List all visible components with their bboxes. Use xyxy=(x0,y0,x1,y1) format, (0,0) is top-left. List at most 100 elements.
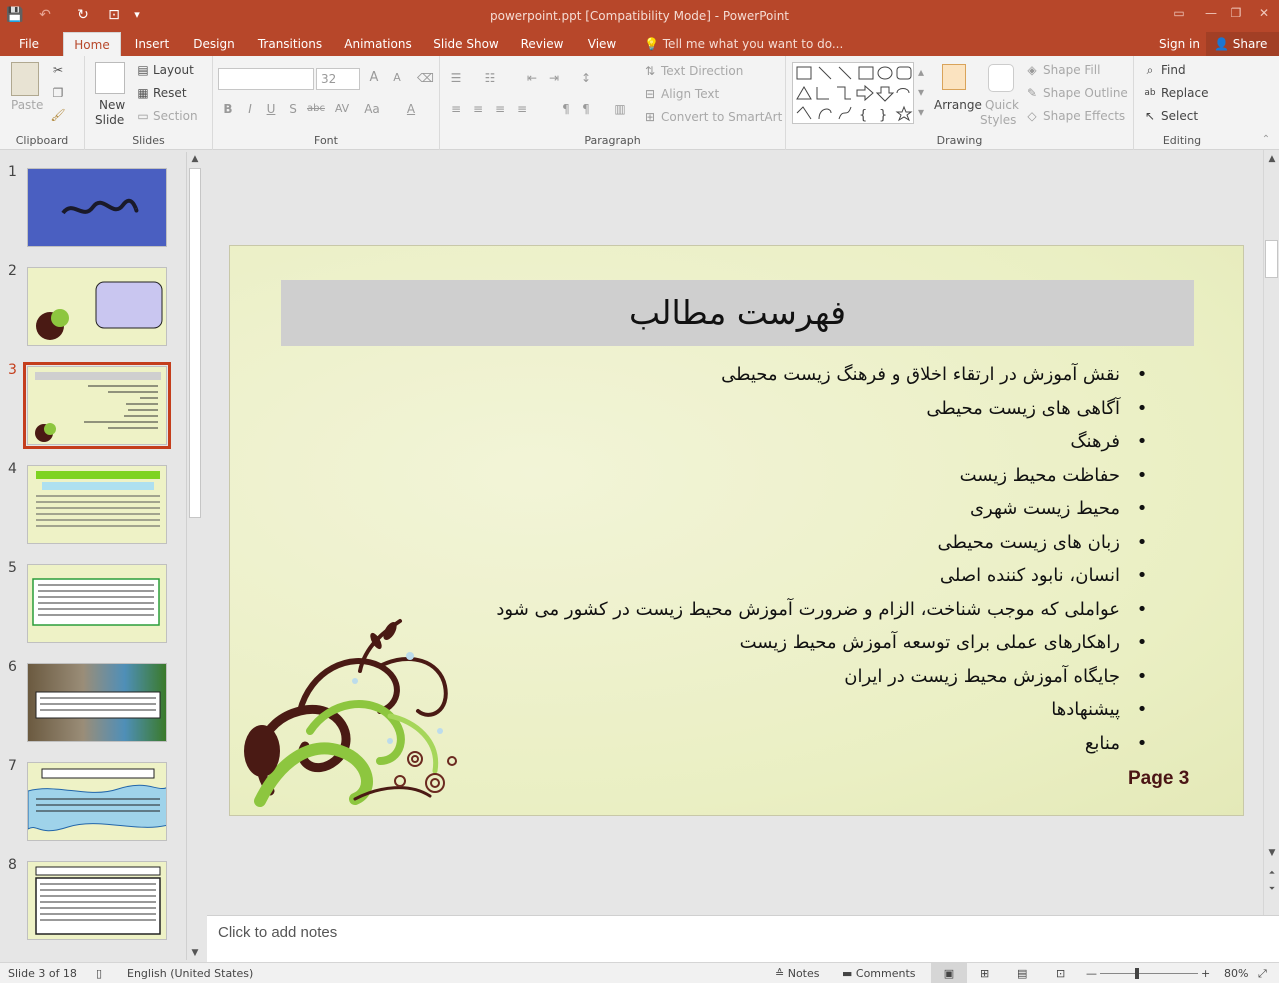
increase-indent-icon[interactable]: ⇥ xyxy=(546,70,562,86)
zoom-out-icon[interactable]: — xyxy=(1086,963,1097,983)
slide-thumbnail-2[interactable] xyxy=(27,267,167,346)
character-spacing-icon[interactable]: AV xyxy=(331,101,353,117)
new-slide-icon[interactable] xyxy=(95,62,125,94)
format-painter-icon[interactable]: 🖌 xyxy=(50,107,66,123)
tell-me-box[interactable]: 💡 Tell me what you want to do... xyxy=(644,32,843,56)
rtl-icon[interactable]: ¶ xyxy=(558,101,574,117)
zoom-slider-track[interactable] xyxy=(1100,973,1198,974)
shadow-icon[interactable]: S xyxy=(285,101,301,117)
restore-icon[interactable]: ❐ xyxy=(1221,2,1251,24)
align-text-button[interactable]: Align Text xyxy=(661,87,719,101)
new-slide-button-line1[interactable]: New xyxy=(99,98,125,112)
current-slide[interactable]: فهرست مطالب • نقش آموزش در ارتقاء اخلاق و… xyxy=(229,245,1244,816)
comments-toggle-button[interactable]: ▬ Comments xyxy=(842,963,916,983)
tab-transitions[interactable]: Transitions xyxy=(253,32,327,56)
tab-file[interactable]: File xyxy=(8,32,50,56)
decrease-indent-icon[interactable]: ⇤ xyxy=(524,70,540,86)
shrink-font-icon[interactable]: A xyxy=(389,70,405,86)
spell-check-icon[interactable]: ▯ xyxy=(96,963,102,983)
quick-styles-button-line2[interactable]: Styles xyxy=(980,113,1016,127)
cut-icon[interactable]: ✂ xyxy=(50,62,66,78)
copy-icon[interactable]: ❐ xyxy=(50,85,66,101)
justify-icon[interactable]: ≡ xyxy=(514,101,530,117)
reading-view-icon[interactable]: ▤ xyxy=(1017,963,1027,983)
convert-to-smartart-button[interactable]: Convert to SmartArt xyxy=(661,110,782,124)
italic-icon[interactable]: I xyxy=(242,101,258,117)
notes-placeholder[interactable]: Click to add notes xyxy=(218,924,337,941)
tab-animations[interactable]: Animations xyxy=(340,32,416,56)
slide-show-icon[interactable]: ⊡ xyxy=(1056,963,1065,983)
paste-icon[interactable] xyxy=(11,62,39,96)
slide-thumbnail-3[interactable] xyxy=(23,362,171,449)
font-name-box[interactable] xyxy=(218,68,314,90)
line-spacing-icon[interactable]: ↕ xyxy=(578,70,594,86)
slide-thumbnail-8[interactable] xyxy=(27,861,167,940)
quick-styles-button-line1[interactable]: Quick xyxy=(985,98,1019,112)
normal-view-icon[interactable]: ▣ xyxy=(931,963,967,983)
slide-thumbnail-pane[interactable]: 1 2 3 4 5 6 7 8 xyxy=(0,150,203,962)
slide-thumbnail-4[interactable] xyxy=(27,465,167,544)
slide-thumbnail-7[interactable] xyxy=(27,762,167,841)
change-case-icon[interactable]: Aa xyxy=(361,101,383,117)
ltr-icon[interactable]: ¶ xyxy=(578,101,594,117)
ribbon-display-options-icon[interactable]: ▭ xyxy=(1164,2,1194,24)
thumbnail-scrollbar[interactable]: ▲ ▼ xyxy=(186,152,203,960)
shape-fill-button[interactable]: Shape Fill xyxy=(1043,63,1100,77)
zoom-slider-handle[interactable] xyxy=(1135,968,1139,979)
notes-pane[interactable]: Click to add notes xyxy=(207,915,1279,962)
arrange-button[interactable]: Arrange xyxy=(934,98,982,112)
grow-font-icon[interactable]: A xyxy=(366,70,382,86)
thumbnail-scrollbar-thumb[interactable] xyxy=(189,168,201,518)
next-slide-icon[interactable]: ⏷ xyxy=(1265,882,1279,896)
tab-home[interactable]: Home xyxy=(63,32,121,56)
reset-button[interactable]: Reset xyxy=(153,86,187,100)
tab-view[interactable]: View xyxy=(582,32,622,56)
tab-slide-show[interactable]: Slide Show xyxy=(430,32,502,56)
shapes-gallery[interactable]: {} xyxy=(792,62,914,124)
slide-thumbnail-6[interactable] xyxy=(27,663,167,742)
quick-styles-icon[interactable] xyxy=(988,64,1014,92)
align-right-icon[interactable]: ≡ xyxy=(492,101,508,117)
editor-scrollbar[interactable]: ▲ ▼ ⏶ ⏷ xyxy=(1263,150,1279,915)
bullets-icon[interactable]: ☰ xyxy=(448,70,464,86)
slide-thumbnail-5[interactable] xyxy=(27,564,167,643)
align-center-icon[interactable]: ≡ xyxy=(470,101,486,117)
slide-sorter-icon[interactable]: ⊞ xyxy=(980,963,989,983)
shapes-gallery-scroll-icon[interactable]: ▴ ▾ ▾ xyxy=(916,62,926,124)
zoom-in-icon[interactable]: + xyxy=(1201,963,1210,983)
collapse-ribbon-icon[interactable]: ⌃ xyxy=(1258,132,1274,148)
font-size-box[interactable]: 32 xyxy=(316,68,360,90)
columns-icon[interactable]: ▥ xyxy=(612,101,628,117)
shape-outline-button[interactable]: Shape Outline xyxy=(1043,86,1128,100)
arrange-icon[interactable] xyxy=(942,64,966,90)
scroll-down-icon[interactable]: ▼ xyxy=(1265,846,1279,860)
tab-review[interactable]: Review xyxy=(516,32,568,56)
align-left-icon[interactable]: ≡ xyxy=(448,101,464,117)
sign-in-link[interactable]: Sign in xyxy=(1159,32,1200,56)
numbering-icon[interactable]: ☷ xyxy=(482,70,498,86)
close-icon[interactable]: ✕ xyxy=(1249,2,1279,24)
editor-scrollbar-thumb[interactable] xyxy=(1265,240,1278,278)
scroll-up-icon[interactable]: ▲ xyxy=(1265,152,1279,166)
underline-icon[interactable]: U xyxy=(263,101,279,117)
tab-design[interactable]: Design xyxy=(188,32,240,56)
font-color-icon[interactable]: A xyxy=(403,101,419,117)
bold-icon[interactable]: B xyxy=(220,101,236,117)
select-button[interactable]: Select xyxy=(1161,109,1198,123)
previous-slide-icon[interactable]: ⏶ xyxy=(1265,866,1279,880)
scroll-up-icon[interactable]: ▲ xyxy=(188,152,202,166)
slide-thumbnail-1[interactable] xyxy=(27,168,167,247)
strikethrough-icon[interactable]: abc xyxy=(305,101,327,117)
notes-toggle-button[interactable]: ≙ Notes xyxy=(775,963,820,983)
tab-insert[interactable]: Insert xyxy=(128,32,176,56)
layout-button[interactable]: Layout xyxy=(153,63,194,77)
clear-formatting-icon[interactable]: ⌫ xyxy=(417,70,434,86)
scroll-down-icon[interactable]: ▼ xyxy=(188,946,202,960)
language-indicator[interactable]: English (United States) xyxy=(127,963,253,983)
new-slide-button-line2[interactable]: Slide xyxy=(95,113,124,127)
replace-button[interactable]: Replace xyxy=(1161,86,1208,100)
zoom-level[interactable]: 80% xyxy=(1224,963,1248,983)
shape-effects-button[interactable]: Shape Effects xyxy=(1043,109,1125,123)
fit-to-window-icon[interactable]: ⤢ xyxy=(1258,963,1267,983)
paste-button[interactable]: Paste xyxy=(11,98,43,112)
